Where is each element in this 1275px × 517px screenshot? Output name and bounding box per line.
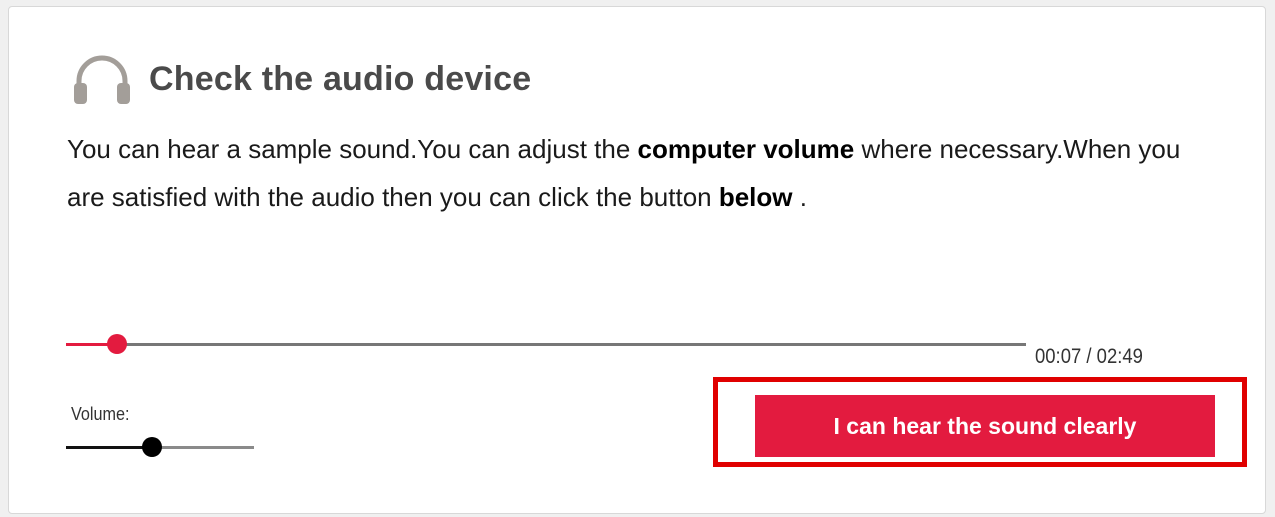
instructions-text: You can hear a sample sound.You can adju… xyxy=(67,125,1197,221)
instructions-part-1: You can hear a sample sound.You can adju… xyxy=(67,134,638,164)
headphones-icon xyxy=(74,55,130,104)
title-row: Check the audio device xyxy=(71,49,531,109)
instructions-bold-below: below xyxy=(718,182,793,212)
volume-label: Volume: xyxy=(71,404,130,424)
volume-thumb[interactable] xyxy=(142,437,163,457)
hear-sound-clearly-button[interactable]: I can hear the sound clearly xyxy=(755,395,1215,457)
total-time: 02:49 xyxy=(1096,345,1143,368)
playback-progress-thumb[interactable] xyxy=(106,334,127,354)
page-title: Check the audio device xyxy=(149,59,532,98)
playback-progress-slider[interactable] xyxy=(66,334,1026,354)
instructions-part-3: . xyxy=(792,182,807,212)
audio-check-card: Check the audio device You can hear a sa… xyxy=(8,6,1266,514)
volume-fill xyxy=(66,446,153,449)
instructions-bold-computer-volume: computer volume xyxy=(637,134,855,164)
time-readout: 00:07 / 02:49 xyxy=(1035,345,1143,369)
volume-slider[interactable] xyxy=(66,437,254,457)
time-separator: / xyxy=(1081,345,1097,368)
current-time: 00:07 xyxy=(1035,345,1082,368)
